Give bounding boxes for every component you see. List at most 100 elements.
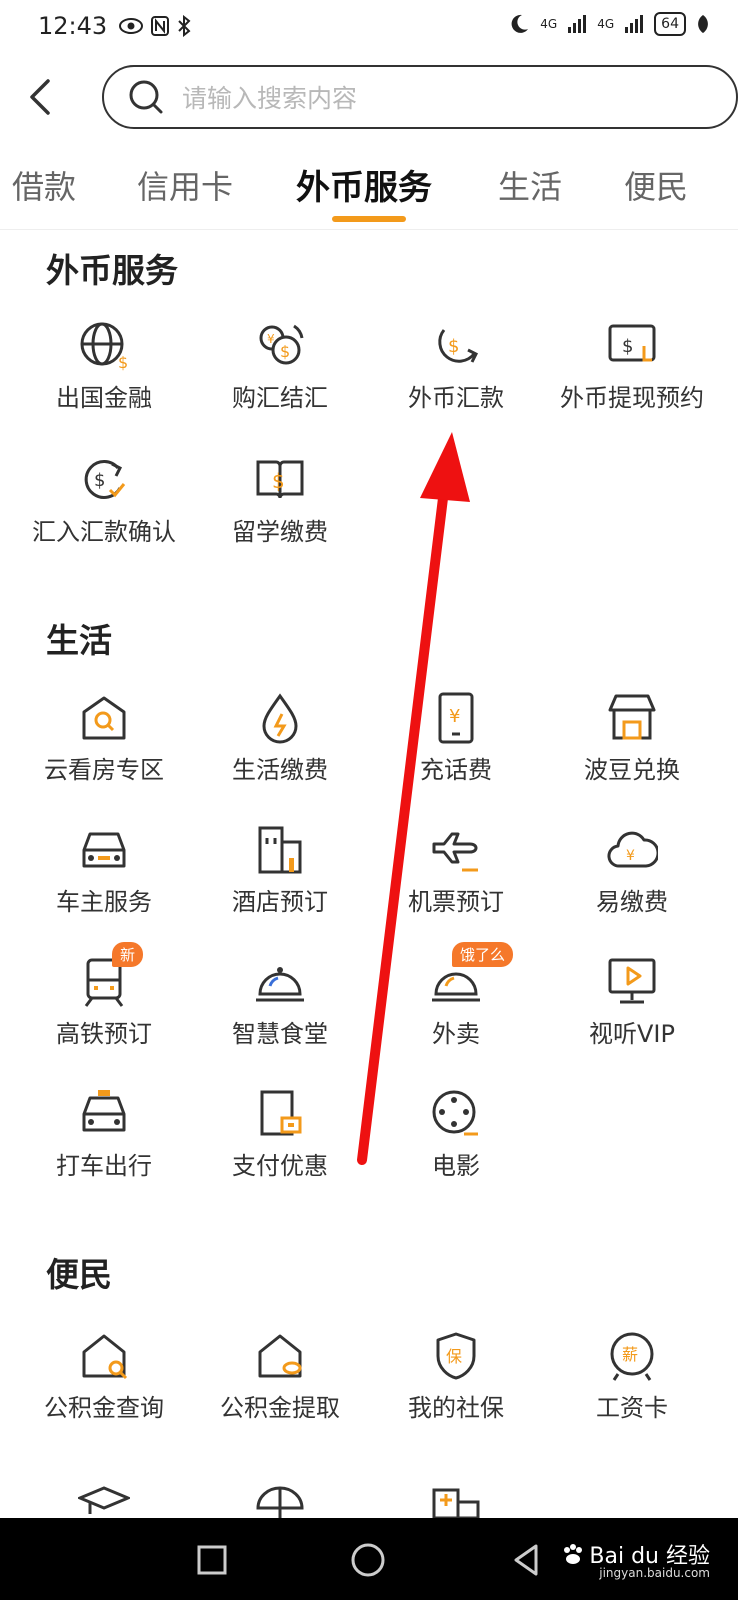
signal-bars-icon [568,15,587,33]
house-coin-icon [258,1334,302,1378]
svg-text:$: $ [118,353,128,372]
tab-loan[interactable]: 借款 [12,162,76,208]
grid-item-label: 生活缴费 [232,756,328,784]
store-icon [608,694,656,740]
signal-4g-1: 4G [540,17,558,31]
section-title-forex: 外币服务 [46,251,178,290]
home-button[interactable] [348,1540,388,1580]
signal-bars-icon [625,15,644,33]
grid-item-label: 工资卡 [596,1394,668,1422]
grid-item-phone-recharge[interactable]: ¥ 充话费 [366,692,546,812]
svg-text:保: 保 [446,1347,462,1366]
grid-item-easy-payment[interactable]: ¥ 易缴费 [542,824,722,944]
search-placeholder: 请输入搜索内容 [182,84,358,113]
grid-item-label: 波豆兑换 [584,756,680,784]
grid-item-label: 公积金查询 [44,1394,164,1422]
grid-item-smart-canteen[interactable]: 智慧食堂 [190,956,370,1076]
svg-text:¥: ¥ [449,706,460,727]
grid-item-label: 支付优惠 [232,1152,328,1180]
svg-text:$: $ [622,336,633,357]
shield-icon: 保 [436,1332,476,1380]
grid-item-label: 酒店预订 [232,888,328,916]
grid-item-overseas-finance[interactable]: $ 出国金融 [14,320,194,440]
grid-item-label: 打车出行 [56,1152,152,1180]
tab-credit-card[interactable]: 信用卡 [137,162,233,208]
svg-text:¥: ¥ [626,848,635,864]
search-input[interactable]: 请输入搜索内容 [102,65,738,129]
cloud-yen-icon: ¥ [607,831,658,868]
globe-icon: $ [80,322,128,372]
airplane-icon [432,832,478,872]
grid-item-label: 汇入汇款确认 [32,518,176,546]
grid-item-payment-discount[interactable]: 支付优惠 [190,1088,370,1208]
grid-item-hotel-booking[interactable]: 酒店预订 [190,824,370,944]
grid-item-salary-card[interactable]: 薪 工资卡 [542,1330,722,1450]
grid-item-inbound-remittance[interactable]: $ 汇入汇款确认 [14,454,194,574]
grid-item-taxi[interactable]: 打车出行 [14,1088,194,1208]
grid-item-car-owner[interactable]: 车主服务 [14,824,194,944]
system-nav-bar: Bai du 经验 jingyan.baidu.com [0,1518,738,1600]
grid-item-housing-fund-query[interactable]: 公积金查询 [14,1330,194,1450]
tab-forex-service[interactable]: 外币服务 [296,160,432,209]
grid-item-label: 出国金融 [56,384,152,412]
grid-item-label: 车主服务 [56,888,152,916]
coupon-icon [260,1090,302,1136]
paw-icon [564,1544,583,1564]
baidu-watermark: Bai du 经验 jingyan.baidu.com [561,1538,710,1580]
grid-item-label: 电影 [432,1152,480,1180]
back-nav-button[interactable] [506,1540,546,1580]
grid-item-study-abroad-fee[interactable]: $ 留学缴费 [190,454,370,574]
status-icons-left [119,15,191,37]
medical-card-icon[interactable] [430,1484,482,1518]
svg-text:$: $ [94,470,105,491]
grid-item-housing-fund-withdraw[interactable]: 公积金提取 [190,1330,370,1450]
grid-item-cloud-housing[interactable]: 云看房专区 [14,692,194,812]
search-icon [129,80,163,114]
grid-item-av-vip[interactable]: 视听VIP [542,956,722,1076]
car-icon [82,832,126,868]
status-time: 12:43 [38,12,108,40]
grid-item-takeout[interactable]: 饿了么 外卖 [366,942,546,1076]
back-button[interactable] [22,77,58,117]
recent-apps-button[interactable] [192,1540,232,1580]
grid-item-label: 外币汇款 [408,384,504,412]
atm-screen-icon: $ [608,324,656,362]
grid-item-label: 外卖 [432,1020,480,1048]
remittance-icon: $ [438,329,479,363]
grid-item-movie[interactable]: 电影 [366,1088,546,1208]
monitor-play-icon [608,958,656,1004]
signal-4g-2: 4G [597,17,615,31]
grid-item-label: 高铁预订 [56,1020,152,1048]
grid-item-label: 机票预订 [408,888,504,916]
grid-item-label: 购汇结汇 [232,384,328,412]
grid-item-fx-exchange[interactable]: $ ¥ 购汇结汇 [190,320,370,440]
watermark-url: jingyan.baidu.com [599,1566,710,1580]
grid-item-bodou-exchange[interactable]: 波豆兑换 [542,692,722,812]
grid-item-label: 视听VIP [589,1020,675,1048]
currency-exchange-icon: $¥ [259,324,304,365]
grid-item-label: 公积金提取 [220,1394,340,1422]
grid-item-train-booking[interactable]: 新 高铁预订 [14,942,194,1076]
grid-item-label: 易缴费 [596,888,668,916]
grid-item-label: 充话费 [420,756,492,784]
tab-convenience[interactable]: 便民 [624,162,688,208]
battery-indicator: 64 [654,12,686,36]
status-bar: 12:43 4G 4G 64 [0,0,738,52]
eye-icon [119,18,144,34]
grid-item-fx-remittance[interactable]: $ 外币汇款 [366,320,546,440]
eleme-badge: 饿了么 [452,942,514,967]
salary-coin-icon: 薪 [610,1332,654,1381]
grid-item-social-security[interactable]: 保 我的社保 [366,1330,546,1450]
graduation-cap-icon[interactable] [78,1484,130,1518]
chevron-left-icon [30,79,50,115]
tab-divider [0,229,738,230]
house-search-icon [82,1334,128,1380]
grid-item-fx-cash-appointment[interactable]: $ 外币提现预约 [542,320,722,440]
grid-item-flight-booking[interactable]: 机票预订 [366,824,546,944]
umbrella-icon[interactable] [254,1484,306,1518]
svg-text:$: $ [280,342,290,361]
grid-item-utility-bills[interactable]: 生活缴费 [190,692,370,812]
confirm-money-icon: $ [84,460,126,499]
active-tab-underline [332,216,406,222]
tab-life[interactable]: 生活 [498,162,562,208]
